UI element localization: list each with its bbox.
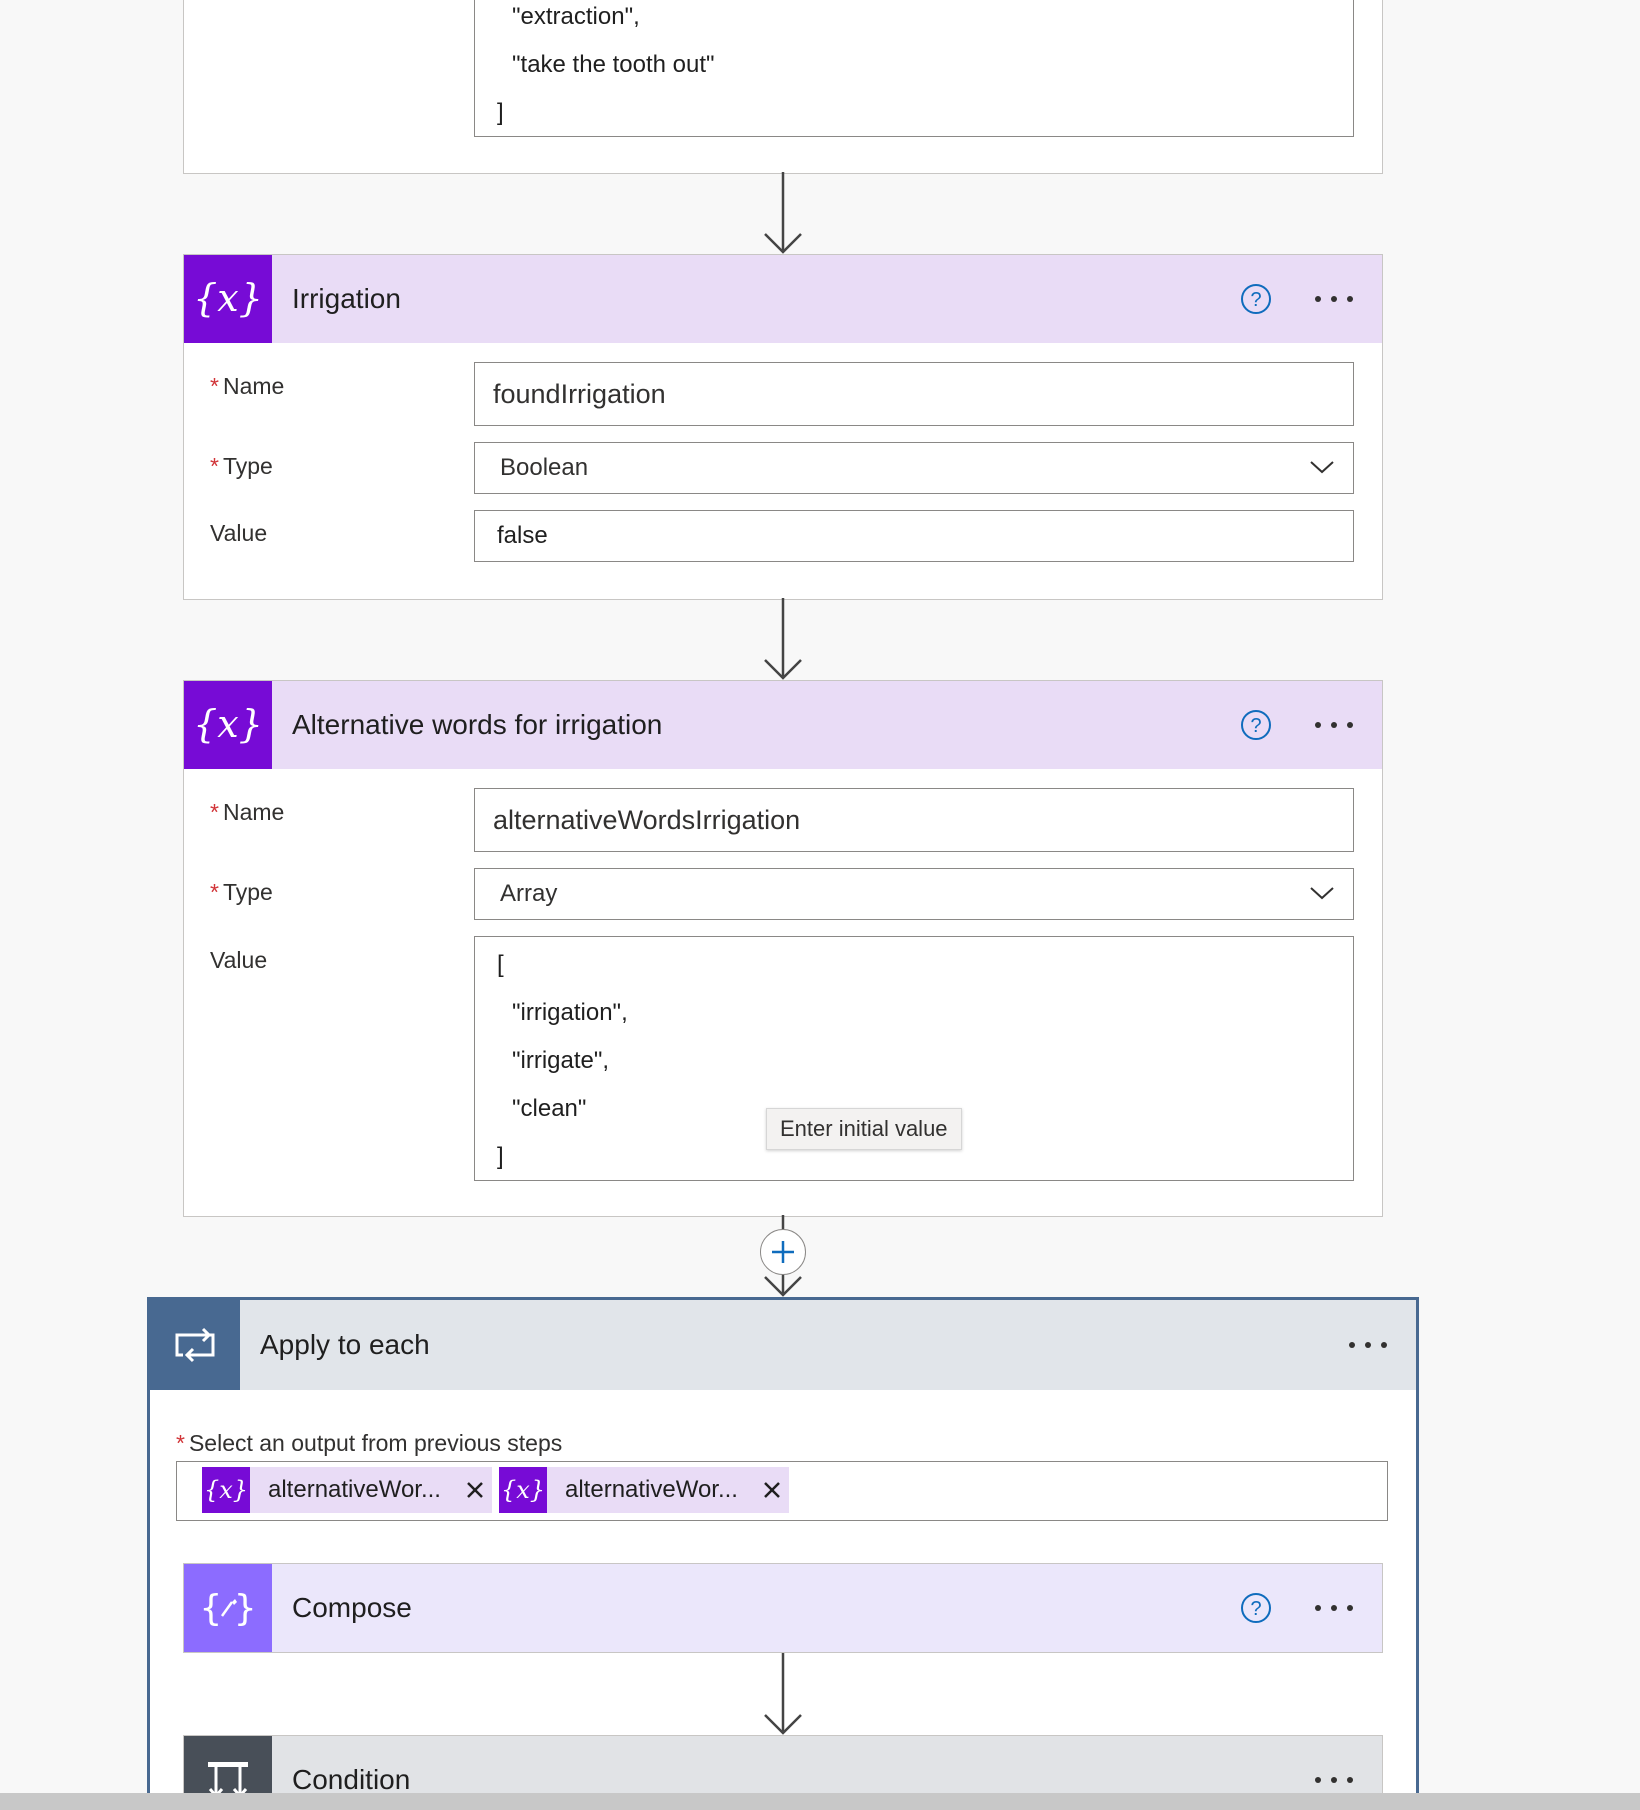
card-title: Compose xyxy=(292,1592,412,1623)
name-label: * Name xyxy=(210,373,285,399)
token-label: alternativeWor... xyxy=(565,1476,738,1503)
connector-arrow xyxy=(764,172,802,254)
value-input-top[interactable]: "extraction", "take the tooth out" ] xyxy=(474,0,1354,137)
svg-text:?: ? xyxy=(1250,715,1261,737)
type-label: * Type xyxy=(210,453,273,479)
name-input[interactable]: foundIrrigation xyxy=(474,362,1354,426)
array-close-bracket: ] xyxy=(497,99,504,126)
name-input[interactable]: alternativeWordsIrrigation xyxy=(474,788,1354,852)
help-icon[interactable]: ? xyxy=(1240,1592,1272,1624)
variable-icon: {x} xyxy=(184,255,272,343)
array-item: "irrigation", xyxy=(512,999,628,1026)
card-header[interactable]: { } Compose ? xyxy=(184,1564,1382,1652)
value-label: Value xyxy=(210,947,268,973)
irrigation-variable-card: {x} Irrigation ? * Name foundIrrigation *… xyxy=(183,254,1383,600)
more-options-icon[interactable] xyxy=(1312,709,1356,741)
help-icon[interactable]: ? xyxy=(1240,283,1272,315)
array-item: "irrigate", xyxy=(512,1047,610,1074)
variable-icon: {x} xyxy=(202,1467,250,1513)
type-label: * Type xyxy=(210,879,273,905)
more-options-icon[interactable] xyxy=(1312,1592,1356,1624)
help-icon[interactable]: ? xyxy=(1240,709,1272,741)
initialize-variable-card-top: "extraction", "take the tooth out" ] xyxy=(183,0,1383,174)
array-close-bracket: ] xyxy=(497,1143,504,1170)
card-title: Condition xyxy=(292,1764,411,1795)
svg-text:{x}: {x} xyxy=(196,276,260,320)
type-dropdown[interactable]: Array xyxy=(474,868,1354,920)
svg-text:?: ? xyxy=(1250,1598,1261,1620)
horizontal-scrollbar[interactable] xyxy=(0,1793,1640,1810)
compose-icon: { } xyxy=(184,1564,272,1652)
value-label: Value xyxy=(210,520,268,546)
svg-text:?: ? xyxy=(1250,289,1261,311)
card-header[interactable]: {x} Irrigation ? xyxy=(184,255,1382,343)
more-options-icon[interactable] xyxy=(1312,1764,1356,1796)
insert-step-button[interactable] xyxy=(760,1229,806,1275)
svg-text:{x}: {x} xyxy=(503,1476,543,1504)
value-input[interactable]: [ "irrigation", "irrigate", "clean" ] En… xyxy=(474,936,1354,1181)
svg-text:{x}: {x} xyxy=(196,702,260,746)
chevron-down-icon xyxy=(1310,461,1334,474)
card-header[interactable]: Apply to each xyxy=(150,1300,1416,1390)
variable-icon: {x} xyxy=(499,1467,547,1513)
connector-arrow xyxy=(764,598,802,680)
more-options-icon[interactable] xyxy=(1346,1329,1390,1361)
select-output-input[interactable]: {x} alternativeWor... {x} alternativeWor… xyxy=(176,1461,1388,1521)
array-item: "clean" xyxy=(512,1095,587,1122)
name-label: * Name xyxy=(210,799,285,825)
array-item: "extraction", xyxy=(512,3,640,30)
alternative-words-variable-card: {x} Alternative words for irrigation ? *… xyxy=(183,680,1383,1217)
loop-icon xyxy=(150,1300,240,1390)
dynamic-content-token[interactable]: {x} alternativeWor... xyxy=(202,1467,492,1513)
plus-icon xyxy=(772,1241,794,1263)
compose-action-card[interactable]: { } Compose ? xyxy=(183,1563,1383,1653)
card-title: Irrigation xyxy=(292,283,401,314)
variable-icon: {x} xyxy=(184,681,272,769)
select-output-label: * Select an output from previous steps xyxy=(176,1430,563,1456)
dynamic-content-token[interactable]: {x} alternativeWor... xyxy=(499,1467,789,1513)
close-icon[interactable] xyxy=(458,1473,492,1507)
array-open-bracket: [ xyxy=(497,951,504,978)
value-input[interactable]: false xyxy=(474,510,1354,562)
card-header[interactable]: {x} Alternative words for irrigation ? xyxy=(184,681,1382,769)
apply-to-each-scope: Apply to each * Select an output from pre… xyxy=(147,1297,1419,1810)
array-item: "take the tooth out" xyxy=(512,51,715,78)
close-icon[interactable] xyxy=(755,1473,789,1507)
chevron-down-icon xyxy=(1310,887,1334,900)
card-title: Apply to each xyxy=(260,1329,430,1360)
svg-text:{x}: {x} xyxy=(206,1476,246,1504)
connector-arrow xyxy=(764,1653,802,1735)
card-title: Alternative words for irrigation xyxy=(292,709,663,740)
more-options-icon[interactable] xyxy=(1312,283,1356,315)
type-dropdown[interactable]: Boolean xyxy=(474,442,1354,494)
token-label: alternativeWor... xyxy=(268,1476,441,1503)
tooltip: Enter initial value xyxy=(766,1108,962,1150)
